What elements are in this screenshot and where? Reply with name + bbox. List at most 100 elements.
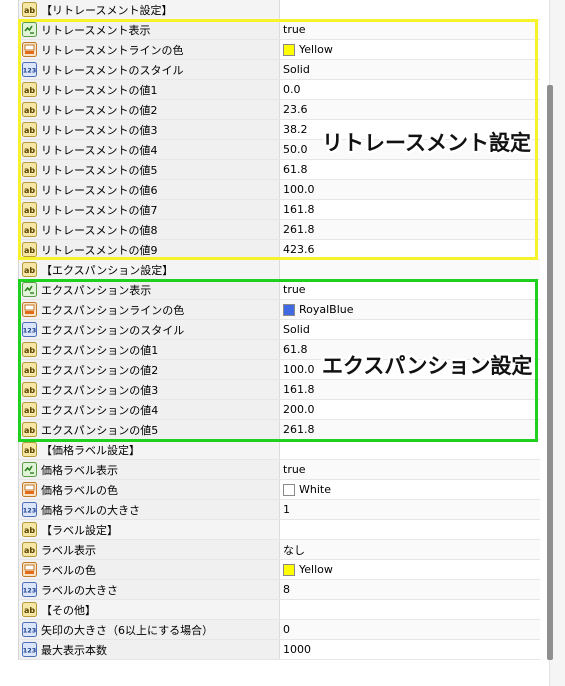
color-swatch (283, 483, 295, 496)
property-name-label: エクスパンションの値5 (41, 423, 159, 437)
property-value-cell[interactable]: 200.0 (280, 400, 540, 419)
property-name-cell: 価格ラベル表示 (19, 460, 280, 479)
property-value-cell[interactable]: 261.8 (280, 420, 540, 439)
property-name-cell: 123 価格ラベルの大きさ (19, 500, 280, 519)
section-header-row[interactable]: ab 【エクスパンション設定】 (19, 260, 540, 280)
text-type-icon: ab (22, 222, 37, 237)
property-name-cell: ab 【リトレースメント設定】 (19, 0, 280, 19)
property-value-cell[interactable]: 100.0 (280, 180, 540, 199)
section-header-row[interactable]: ab 【リトレースメント設定】 (19, 0, 540, 20)
property-row[interactable]: 価格ラベルの色 White (19, 480, 540, 500)
property-name-cell: ab リトレースメントの値2 (19, 100, 280, 119)
property-value-text: 261.8 (283, 223, 315, 236)
svg-text:ab: ab (24, 226, 35, 235)
property-row[interactable]: 123 矢印の大きさ（6以上にする場合） 0 (19, 620, 540, 640)
property-row[interactable]: リトレースメント表示 true (19, 20, 540, 40)
property-value-text: Yellow (299, 563, 333, 576)
property-name-cell: 123 最大表示本数 (19, 640, 280, 659)
property-value-cell[interactable]: RoyalBlue (280, 300, 540, 319)
property-value-cell[interactable]: 261.8 (280, 220, 540, 239)
svg-text:ab: ab (24, 426, 35, 435)
property-row[interactable]: リトレースメントラインの色 Yellow (19, 40, 540, 60)
property-value-cell[interactable]: 161.8 (280, 200, 540, 219)
property-value-text: なし (283, 543, 305, 557)
property-value-cell[interactable]: 423.6 (280, 240, 540, 259)
property-value-cell[interactable]: true (280, 20, 540, 39)
property-value-text: 423.6 (283, 243, 315, 256)
property-name-label: リトレースメントの値5 (41, 163, 158, 177)
property-row[interactable]: ab エクスパンションの値5 261.8 (19, 420, 540, 440)
scrollbar-thumb[interactable] (547, 85, 553, 660)
property-row[interactable]: 123 価格ラベルの大きさ 1 (19, 500, 540, 520)
property-name-label: リトレースメントラインの色 (41, 43, 184, 57)
property-value-cell[interactable]: White (280, 480, 540, 499)
property-row[interactable]: ab リトレースメントの値1 0.0 (19, 80, 540, 100)
property-value-cell[interactable]: Solid (280, 60, 540, 79)
property-name-label: エクスパンションの値4 (41, 403, 159, 417)
svg-text:ab: ab (24, 386, 35, 395)
property-value-cell[interactable]: 0 (280, 620, 540, 639)
property-name-label: リトレースメントの値6 (41, 183, 158, 197)
svg-text:123: 123 (23, 67, 37, 75)
property-row[interactable]: ラベルの色 Yellow (19, 560, 540, 580)
property-name-label: リトレースメント表示 (41, 23, 151, 37)
property-value-cell[interactable]: true (280, 280, 540, 299)
section-header-row[interactable]: ab 【価格ラベル設定】 (19, 440, 540, 460)
property-value-cell[interactable] (280, 600, 540, 619)
property-value-cell[interactable]: 8 (280, 580, 540, 599)
svg-text:ab: ab (24, 526, 35, 535)
property-row[interactable]: ab リトレースメントの値8 261.8 (19, 220, 540, 240)
color-type-icon (22, 302, 37, 317)
property-name-label: 最大表示本数 (41, 643, 107, 657)
property-name-cell: ab ラベル表示 (19, 540, 280, 559)
property-value-cell[interactable] (280, 260, 540, 279)
property-row[interactable]: ab リトレースメントの値2 23.6 (19, 100, 540, 120)
property-row[interactable]: 123 エクスパンションのスタイル Solid (19, 320, 540, 340)
property-row[interactable]: 価格ラベル表示 true (19, 460, 540, 480)
property-value-cell[interactable]: 1000 (280, 640, 540, 659)
property-value-cell[interactable]: Solid (280, 320, 540, 339)
property-value-cell[interactable]: 23.6 (280, 100, 540, 119)
property-row[interactable]: エクスパンション表示 true (19, 280, 540, 300)
property-value-text: 23.6 (283, 103, 308, 116)
property-value-text: White (299, 483, 331, 496)
property-row[interactable]: ab リトレースメントの値5 61.8 (19, 160, 540, 180)
svg-text:ab: ab (24, 366, 35, 375)
svg-text:ab: ab (24, 186, 35, 195)
property-value-cell[interactable]: Yellow (280, 40, 540, 59)
text-type-icon: ab (22, 382, 37, 397)
property-value-text: 100.0 (283, 363, 315, 376)
text-type-icon: ab (22, 162, 37, 177)
property-value-cell[interactable]: 0.0 (280, 80, 540, 99)
property-value-cell[interactable]: 61.8 (280, 160, 540, 179)
property-value-text: 38.2 (283, 123, 308, 136)
text-type-icon: ab (22, 422, 37, 437)
color-type-icon (22, 42, 37, 57)
property-row[interactable]: ab リトレースメントの値6 100.0 (19, 180, 540, 200)
section-header-row[interactable]: ab 【ラベル設定】 (19, 520, 540, 540)
property-row[interactable]: ab リトレースメントの値7 161.8 (19, 200, 540, 220)
property-row[interactable]: ab エクスパンションの値4 200.0 (19, 400, 540, 420)
property-row[interactable]: ab リトレースメントの値9 423.6 (19, 240, 540, 260)
svg-text:123: 123 (23, 647, 37, 655)
property-value-cell[interactable]: Yellow (280, 560, 540, 579)
property-row[interactable]: ab エクスパンションの値3 161.8 (19, 380, 540, 400)
property-value-cell[interactable]: なし (280, 540, 540, 559)
property-row[interactable]: 123 ラベルの大きさ 8 (19, 580, 540, 600)
property-value-cell[interactable]: 161.8 (280, 380, 540, 399)
svg-text:ab: ab (24, 246, 35, 255)
section-header-row[interactable]: ab 【その他】 (19, 600, 540, 620)
property-value-cell[interactable]: 1 (280, 500, 540, 519)
property-row[interactable]: 123 最大表示本数 1000 (19, 640, 540, 660)
property-value-cell[interactable] (280, 0, 540, 19)
property-name-label: エクスパンションのスタイル (41, 323, 185, 337)
property-name-cell: エクスパンション表示 (19, 280, 280, 299)
property-row[interactable]: ab ラベル表示 なし (19, 540, 540, 560)
property-value-cell[interactable] (280, 520, 540, 539)
property-value-cell[interactable]: true (280, 460, 540, 479)
svg-text:123: 123 (23, 587, 37, 595)
property-value-cell[interactable] (280, 440, 540, 459)
property-row[interactable]: 123 リトレースメントのスタイル Solid (19, 60, 540, 80)
property-row[interactable]: エクスパンションラインの色 RoyalBlue (19, 300, 540, 320)
property-name-cell: ab リトレースメントの値8 (19, 220, 280, 239)
